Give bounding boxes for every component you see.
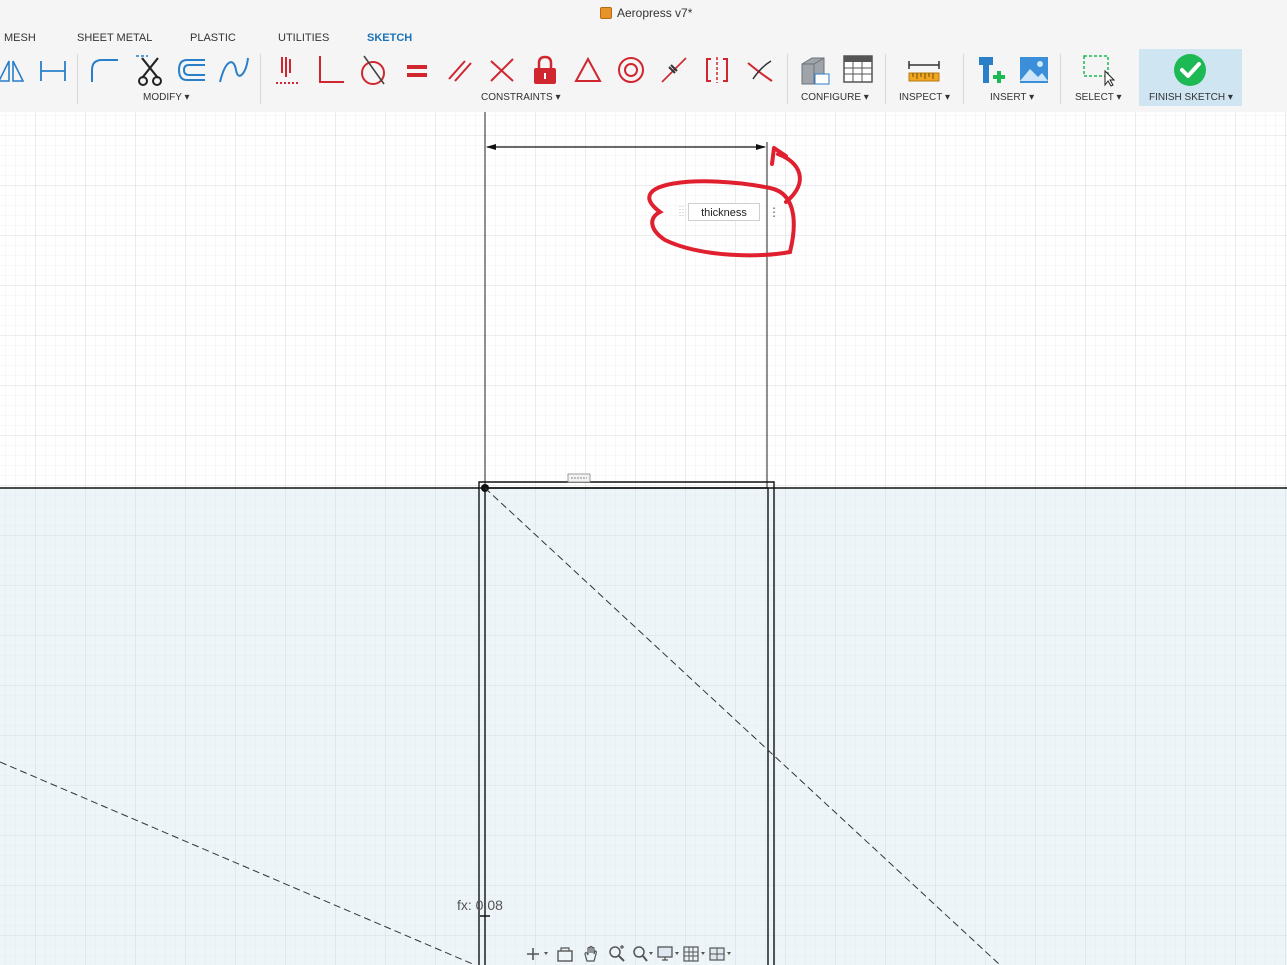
title-bar: Aeropress v7* — [0, 0, 1287, 26]
document-title-text: Aeropress v7* — [617, 6, 693, 20]
configure-menu[interactable]: CONFIGURE ▾ — [801, 92, 869, 103]
tangent-constraint-icon[interactable] — [354, 52, 390, 88]
curvature-constraint-icon[interactable] — [742, 52, 778, 88]
navigation-bar — [526, 942, 762, 965]
look-at-icon[interactable] — [552, 944, 578, 964]
orbit-icon[interactable] — [526, 944, 552, 964]
perpendicular-cross-icon[interactable] — [484, 52, 520, 88]
viewports-icon[interactable] — [708, 944, 734, 964]
measure-ruler-icon[interactable] — [906, 52, 942, 88]
tab-utilities[interactable]: UTILITIES — [278, 32, 329, 44]
concentric-circles-icon[interactable] — [613, 52, 649, 88]
fillet-tool-icon[interactable] — [86, 52, 122, 88]
toolbar-separator — [260, 54, 261, 104]
mirror-tool-icon[interactable] — [0, 52, 28, 88]
equal-constraint-icon[interactable] — [399, 52, 435, 88]
fit-zoom-icon[interactable] — [630, 944, 656, 964]
dimension-drag-handle[interactable] — [678, 203, 686, 221]
horizontal-vertical-constraint-icon[interactable] — [269, 52, 305, 88]
ribbon-toolbar: MODIFY ▾ CONSTRAINTS ▾ CONFIGURE ▾ INSPE… — [0, 48, 1287, 113]
insert-menu[interactable]: INSERT ▾ — [990, 92, 1034, 103]
window-select-icon[interactable] — [1080, 52, 1116, 88]
collinear-constraint-icon[interactable] — [656, 52, 692, 88]
sketch-canvas[interactable] — [0, 112, 1287, 965]
inspect-menu[interactable]: INSPECT ▾ — [899, 92, 950, 103]
fix-lock-icon[interactable] — [527, 52, 563, 88]
document-cube-icon — [600, 7, 612, 19]
document-title: Aeropress v7* — [600, 6, 692, 20]
trim-scissors-icon[interactable] — [132, 52, 168, 88]
tab-sketch[interactable]: SKETCH — [367, 32, 412, 44]
dimension-value-input[interactable]: thickness — [688, 203, 760, 221]
insert-mcmaster-icon[interactable] — [974, 52, 1010, 88]
toolbar-separator — [885, 54, 886, 104]
finish-sketch-check-icon[interactable] — [1172, 52, 1208, 88]
symmetry-constraint-icon[interactable] — [699, 52, 735, 88]
constraints-menu[interactable]: CONSTRAINTS ▾ — [481, 92, 560, 103]
tab-plastic[interactable]: PLASTIC — [190, 32, 236, 44]
grid-settings-icon[interactable] — [682, 944, 708, 964]
pan-hand-icon[interactable] — [578, 944, 604, 964]
ribbon-tabs: MESH SHEET METAL PLASTIC UTILITIES SKETC… — [0, 26, 1287, 74]
dimension-more-options-icon[interactable]: ⋮ — [768, 204, 780, 220]
configure-table-icon[interactable] — [840, 52, 876, 88]
tab-sheet-metal[interactable]: SHEET METAL — [77, 32, 152, 44]
spline-tool-icon[interactable] — [216, 52, 252, 88]
dimension-tool-icon[interactable] — [34, 52, 70, 88]
midpoint-triangle-icon[interactable] — [570, 52, 606, 88]
zoom-icon[interactable] — [604, 944, 630, 964]
select-menu[interactable]: SELECT ▾ — [1075, 92, 1122, 103]
insert-image-icon[interactable] — [1016, 52, 1052, 88]
toolbar-separator — [787, 54, 788, 104]
offset-tool-icon[interactable] — [173, 52, 209, 88]
sketch-geometry — [0, 112, 1287, 965]
toolbar-separator — [963, 54, 964, 104]
display-settings-icon[interactable] — [656, 944, 682, 964]
toolbar-separator — [1060, 54, 1061, 104]
finish-sketch-menu[interactable]: FINISH SKETCH ▾ — [1149, 92, 1233, 103]
perpendicular-constraint-icon[interactable] — [312, 52, 348, 88]
formula-label: fx: 0.08 — [457, 897, 503, 913]
tab-mesh[interactable]: MESH — [4, 32, 36, 44]
parallel-constraint-icon[interactable] — [442, 52, 478, 88]
toolbar-separator — [77, 54, 78, 104]
configure-cube-icon[interactable] — [796, 52, 832, 88]
modify-menu[interactable]: MODIFY ▾ — [143, 92, 190, 103]
